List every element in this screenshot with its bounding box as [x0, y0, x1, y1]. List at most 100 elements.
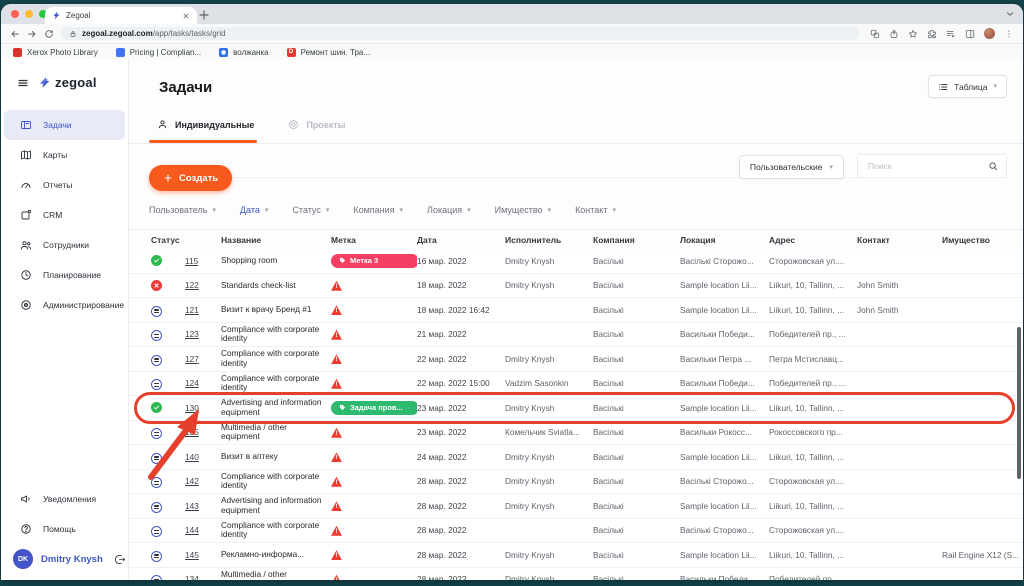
window-close-button[interactable]	[11, 10, 19, 18]
sidebar-item-администрирование[interactable]: Администрирование	[4, 290, 125, 320]
translate-icon[interactable]	[870, 29, 880, 39]
filter-пользователь[interactable]: Пользователь▾	[149, 205, 216, 215]
table-row[interactable]: 142Compliance with corporate identity!28…	[129, 470, 1023, 495]
task-name: Advertising and information equipment	[221, 398, 331, 417]
column-header[interactable]: Компания	[593, 235, 680, 245]
sidebar-item-задачи[interactable]: Задачи	[4, 110, 125, 140]
table-row[interactable]: 145Рекламно-информа...!28 мар. 2022Dmitr…	[129, 543, 1023, 568]
column-header[interactable]: Название	[221, 235, 331, 245]
column-header[interactable]: Метка	[331, 235, 417, 245]
column-header[interactable]: Исполнитель	[505, 235, 593, 245]
window-minimize-button[interactable]	[25, 10, 33, 18]
column-header[interactable]: Локация	[680, 235, 769, 245]
sidebar-item-label: Сотрудники	[43, 240, 89, 250]
table-row[interactable]: 143Advertising and information equipment…	[129, 494, 1023, 519]
table-row[interactable]: 144Compliance with corporate identity!28…	[129, 519, 1023, 544]
task-id-link[interactable]: 122	[185, 280, 199, 290]
table-row[interactable]: 115Shopping roomМетка 316 мар. 2022Dmitr…	[129, 249, 1023, 274]
new-tab-button[interactable]	[197, 8, 211, 22]
table-row[interactable]: 140Визит в аптеку!24 мар. 2022Dmitry Kny…	[129, 445, 1023, 470]
vertical-scrollbar[interactable]	[1017, 327, 1021, 479]
bookmark-item[interactable]: Xerox Photo Library	[13, 48, 98, 57]
sidebar-item-crm[interactable]: CRM	[4, 200, 125, 230]
filter-presets-dropdown[interactable]: Пользовательские ▾	[739, 155, 844, 179]
search-icon[interactable]	[988, 161, 998, 171]
bookmark-item[interactable]: DРемонт шин. Тра...	[287, 48, 370, 57]
task-id-link[interactable]: 145	[185, 550, 199, 560]
browser-menu-icon[interactable]	[1004, 29, 1014, 39]
table-row[interactable]: 121Визит к врачу Бренд #1!18 мар. 2022 1…	[129, 298, 1023, 323]
table-row[interactable]: 130 Advertising and information equipment…	[129, 396, 1023, 421]
task-id-link[interactable]: 134	[185, 574, 199, 580]
bookmark-item[interactable]: Pricing | Complian...	[116, 48, 201, 57]
task-company: Васількі	[593, 427, 680, 437]
logout-icon[interactable]	[115, 554, 126, 565]
url-bar[interactable]: zegoal.zegoal.com/app/tasks/tasks/grid	[61, 27, 859, 40]
chevron-down-icon[interactable]	[1005, 9, 1015, 19]
browser-tab[interactable]: Zegoal	[45, 7, 197, 24]
view-mode-button[interactable]: Таблица ▾	[928, 75, 1007, 98]
column-header[interactable]: Дата	[417, 235, 505, 245]
task-executor: Dmitry Knysh	[505, 256, 593, 266]
sidebar-item-отчеты[interactable]: Отчеты	[4, 170, 125, 200]
sidebar-item-help[interactable]: Помощь	[4, 514, 125, 544]
task-id-link[interactable]: 144	[185, 525, 199, 535]
tab-close-icon[interactable]	[182, 12, 190, 20]
sidebar-item-карты[interactable]: Карты	[4, 140, 125, 170]
filter-label: Пользователь	[149, 205, 207, 215]
forward-icon[interactable]	[27, 29, 37, 39]
task-id-link[interactable]: 135	[185, 427, 199, 437]
star-icon[interactable]	[908, 29, 918, 39]
sidebar-panel-icon[interactable]	[965, 29, 975, 39]
table-row[interactable]: 123Compliance with corporate identity!21…	[129, 323, 1023, 348]
sidebar-item-notifications[interactable]: Уведомления	[4, 484, 125, 514]
column-header[interactable]: Имущество	[942, 235, 1023, 245]
task-id-link[interactable]: 124	[185, 378, 199, 388]
task-id-link[interactable]: 127	[185, 354, 199, 364]
projects-icon	[288, 119, 299, 130]
filter-дата[interactable]: Дата▾	[240, 205, 268, 215]
warning-icon: !	[331, 379, 342, 389]
filter-имущество[interactable]: Имущество▾	[495, 205, 551, 215]
table-row[interactable]: 124Compliance with corporate identity!22…	[129, 372, 1023, 397]
user-profile[interactable]: DK Dmitry Knysh	[1, 544, 128, 574]
media-queue-icon[interactable]	[946, 29, 956, 39]
table-row[interactable]: 134Multimedia / other equipment!28 мар. …	[129, 568, 1023, 581]
create-task-button[interactable]: Создать	[149, 165, 232, 191]
back-icon[interactable]	[10, 29, 20, 39]
hamburger-menu-icon[interactable]	[17, 77, 29, 89]
sidebar-item-label: Карты	[43, 150, 67, 160]
column-header[interactable]: Адрес	[769, 235, 857, 245]
task-date: 23 мар. 2022	[417, 403, 505, 413]
filter-статус[interactable]: Статус▾	[292, 205, 329, 215]
tab-projects[interactable]: Проекты	[288, 119, 345, 130]
table-row[interactable]: 122Standards check-list!18 мар. 2022Dmit…	[129, 274, 1023, 299]
task-id-link[interactable]: 130	[185, 403, 199, 413]
warning-icon: !	[331, 575, 342, 580]
extensions-icon[interactable]	[927, 29, 937, 39]
filter-label: Статус	[292, 205, 320, 215]
sidebar-item-планирование[interactable]: Планирование	[4, 260, 125, 290]
reload-icon[interactable]	[44, 29, 54, 39]
bookmark-item[interactable]: ◉волжанка	[219, 48, 268, 57]
task-company: Васількі	[593, 280, 680, 290]
filter-контакт[interactable]: Контакт▾	[575, 205, 616, 215]
filter-компания[interactable]: Компания▾	[353, 205, 403, 215]
search-input[interactable]	[866, 160, 982, 172]
tab-individual[interactable]: Индивидуальные	[157, 119, 254, 130]
share-icon[interactable]	[889, 29, 899, 39]
task-id-link[interactable]: 123	[185, 329, 199, 339]
column-header[interactable]: Статус	[151, 235, 221, 245]
task-id-link[interactable]: 143	[185, 501, 199, 511]
sidebar-item-label: Планирование	[43, 270, 101, 280]
table-row[interactable]: 135Multimedia / other equipment!23 мар. …	[129, 421, 1023, 446]
task-id-link[interactable]: 115	[185, 256, 198, 266]
column-header[interactable]: Контакт	[857, 235, 942, 245]
sidebar-item-сотрудники[interactable]: Сотрудники	[4, 230, 125, 260]
filter-локация[interactable]: Локация▾	[427, 205, 471, 215]
profile-avatar[interactable]	[984, 28, 995, 39]
task-id-link[interactable]: 121	[185, 305, 199, 315]
table-row[interactable]: 127Compliance with corporate identity!22…	[129, 347, 1023, 372]
task-id-link[interactable]: 140	[185, 452, 199, 462]
task-id-link[interactable]: 142	[185, 476, 199, 486]
